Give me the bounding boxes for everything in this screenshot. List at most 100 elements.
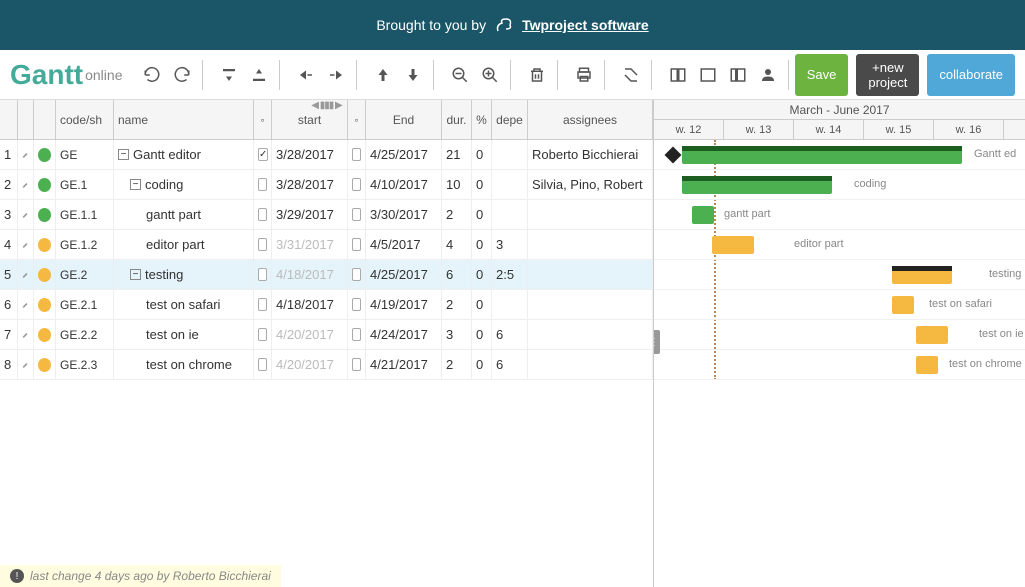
toggle-icon[interactable]: − <box>118 149 129 160</box>
end-milestone-checkbox[interactable] <box>348 260 366 289</box>
end-cell[interactable]: 4/10/2017 <box>366 170 442 199</box>
logo[interactable]: Gantt online <box>10 59 126 91</box>
end-milestone-checkbox[interactable] <box>348 200 366 229</box>
name-cell[interactable]: editor part <box>114 230 254 259</box>
gantt-body[interactable]: Gantt edcodinggantt parteditor parttesti… <box>654 140 1025 380</box>
status-cell[interactable] <box>34 320 56 349</box>
col-pct[interactable]: % <box>472 100 492 139</box>
start-cell[interactable]: 4/20/2017 <box>272 320 348 349</box>
gantt-week[interactable]: w. 16 <box>934 120 1004 140</box>
status-cell[interactable] <box>34 200 56 229</box>
assign-cell[interactable] <box>528 320 653 349</box>
name-cell[interactable]: gantt part <box>114 200 254 229</box>
table-row[interactable]: 6GE.2.1test on safari4/18/20174/19/20172… <box>0 290 653 320</box>
status-cell[interactable] <box>34 170 56 199</box>
code-cell[interactable]: GE.1 <box>56 170 114 199</box>
dur-cell[interactable]: 10 <box>442 170 472 199</box>
start-cell[interactable]: 4/20/2017 <box>272 350 348 379</box>
pct-cell[interactable]: 0 <box>472 320 492 349</box>
code-cell[interactable]: GE.1.1 <box>56 200 114 229</box>
gantt-row[interactable]: gantt part <box>654 200 1025 230</box>
grid-pager[interactable]: ◀ ▮▮▮ ▶ <box>311 100 341 111</box>
col-end[interactable]: End <box>366 100 442 139</box>
table-row[interactable]: 8GE.2.3test on chrome4/20/20174/21/20172… <box>0 350 653 380</box>
dep-cell[interactable]: 6 <box>492 350 528 379</box>
end-cell[interactable]: 4/21/2017 <box>366 350 442 379</box>
end-milestone-checkbox[interactable] <box>348 320 366 349</box>
undo-button[interactable] <box>142 65 162 85</box>
edit-row-button[interactable] <box>18 230 34 259</box>
table-row[interactable]: 5GE.2−testing4/18/20174/25/2017602:5 <box>0 260 653 290</box>
code-cell[interactable]: GE.2.3 <box>56 350 114 379</box>
milestone-icon[interactable] <box>665 147 682 164</box>
gantt-week[interactable]: w. 13 <box>724 120 794 140</box>
pct-cell[interactable]: 0 <box>472 290 492 319</box>
print-button[interactable] <box>574 65 594 85</box>
gantt-week[interactable]: w. 14 <box>794 120 864 140</box>
dep-cell[interactable]: 6 <box>492 320 528 349</box>
dur-cell[interactable]: 6 <box>442 260 472 289</box>
toggle-icon[interactable]: − <box>130 269 141 280</box>
start-milestone-checkbox[interactable] <box>254 200 272 229</box>
code-cell[interactable]: GE.2.2 <box>56 320 114 349</box>
assign-cell[interactable]: Silvia, Pino, Robert <box>528 170 653 199</box>
col-code[interactable]: code/sh <box>56 100 114 139</box>
gantt-bar[interactable] <box>916 326 948 344</box>
name-cell[interactable]: −coding <box>114 170 254 199</box>
col-dep[interactable]: depe <box>492 100 528 139</box>
dur-cell[interactable]: 4 <box>442 230 472 259</box>
dur-cell[interactable]: 2 <box>442 290 472 319</box>
assign-cell[interactable] <box>528 200 653 229</box>
code-cell[interactable]: GE.2.1 <box>56 290 114 319</box>
assign-cell[interactable] <box>528 260 653 289</box>
edit-row-button[interactable] <box>18 170 34 199</box>
delete-button[interactable] <box>527 65 547 85</box>
start-cell[interactable]: 4/18/2017 <box>272 290 348 319</box>
splitter-handle[interactable]: ⋮ <box>654 330 660 354</box>
assign-cell[interactable] <box>528 350 653 379</box>
dep-cell[interactable] <box>492 170 528 199</box>
layout-1-button[interactable] <box>668 65 688 85</box>
gantt-bar[interactable] <box>892 266 952 284</box>
start-milestone-checkbox[interactable] <box>254 260 272 289</box>
critical-path-button[interactable] <box>621 65 641 85</box>
name-cell[interactable]: test on safari <box>114 290 254 319</box>
gantt-bar[interactable] <box>682 146 962 164</box>
layout-2-button[interactable] <box>698 65 718 85</box>
edit-row-button[interactable] <box>18 200 34 229</box>
end-cell[interactable]: 4/25/2017 <box>366 140 442 169</box>
assign-cell[interactable] <box>528 230 653 259</box>
dep-cell[interactable]: 2:5 <box>492 260 528 289</box>
edit-row-button[interactable] <box>18 350 34 379</box>
end-milestone-checkbox[interactable] <box>348 290 366 319</box>
edit-row-button[interactable] <box>18 290 34 319</box>
table-row[interactable]: 1GE−Gantt editor3/28/20174/25/2017210Rob… <box>0 140 653 170</box>
dep-cell[interactable] <box>492 200 528 229</box>
name-cell[interactable]: −Gantt editor <box>114 140 254 169</box>
move-up-button[interactable] <box>373 65 393 85</box>
new-project-button[interactable]: +new project <box>856 54 919 96</box>
end-cell[interactable]: 4/5/2017 <box>366 230 442 259</box>
dur-cell[interactable]: 2 <box>442 350 472 379</box>
insert-below-button[interactable] <box>249 65 269 85</box>
table-row[interactable]: 3GE.1.1gantt part3/29/20173/30/201720 <box>0 200 653 230</box>
pct-cell[interactable]: 0 <box>472 350 492 379</box>
table-row[interactable]: 7GE.2.2test on ie4/20/20174/24/2017306 <box>0 320 653 350</box>
gantt-bar[interactable] <box>692 206 714 224</box>
gantt-row[interactable]: testing <box>654 260 1025 290</box>
gantt-bar[interactable] <box>712 236 754 254</box>
start-cell[interactable]: 3/29/2017 <box>272 200 348 229</box>
dur-cell[interactable]: 21 <box>442 140 472 169</box>
pct-cell[interactable]: 0 <box>472 170 492 199</box>
end-cell[interactable]: 4/24/2017 <box>366 320 442 349</box>
dur-cell[interactable]: 3 <box>442 320 472 349</box>
dep-cell[interactable] <box>492 290 528 319</box>
gantt-bar[interactable] <box>916 356 938 374</box>
gantt-row[interactable]: editor part <box>654 230 1025 260</box>
dep-cell[interactable] <box>492 140 528 169</box>
edit-row-button[interactable] <box>18 260 34 289</box>
start-milestone-checkbox[interactable] <box>254 170 272 199</box>
pct-cell[interactable]: 0 <box>472 230 492 259</box>
name-cell[interactable]: test on ie <box>114 320 254 349</box>
end-milestone-checkbox[interactable] <box>348 140 366 169</box>
